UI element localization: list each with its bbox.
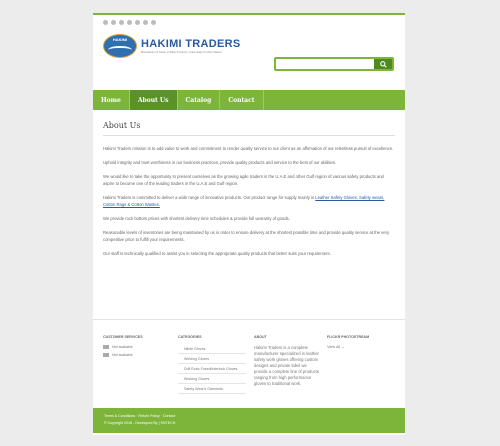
email-line: Not available: [103, 353, 173, 357]
phone-icon: [103, 345, 109, 349]
logo-badge-icon: HAKIMI: [103, 34, 137, 58]
paragraph-mission: Hakimi Traders mission is to add value t…: [103, 146, 394, 151]
category-link[interactable]: Welding Gloves: [178, 355, 246, 364]
bottom-links[interactable]: Terms & Conditions · Return Policy · Con…: [104, 414, 175, 418]
footer-heading-categories: CATEGORIES: [178, 335, 202, 339]
footer-about: ABOUT Hakimi Traders is a complete manuf…: [254, 335, 324, 387]
category-link[interactable]: Nitrile Gloves: [178, 345, 246, 354]
paragraph-staff: Our staff is technically qualified to as…: [103, 251, 331, 256]
pinterest-icon[interactable]: [143, 19, 148, 25]
search-icon: [379, 60, 387, 68]
footer-about-text: Hakimi Traders is a complete manufacture…: [254, 345, 319, 386]
nav-about-us[interactable]: About Us: [129, 90, 178, 110]
footer-heading-customer-services: CUSTOMER SERVICES: [103, 335, 143, 339]
category-link[interactable]: Drill Rubs Fused/Interlock Gloves: [178, 365, 246, 374]
nav-contact[interactable]: Contact: [220, 90, 264, 110]
flickr-view-all-link[interactable]: View All →: [327, 345, 397, 349]
paragraph-products: Hakimi Traders is committed to deliver a…: [103, 194, 395, 208]
search-button[interactable]: [374, 59, 392, 69]
rss-icon[interactable]: [135, 19, 140, 25]
paragraph-prices: We provide rock bottom prices with short…: [103, 216, 290, 221]
footer-customer-services: CUSTOMER SERVICES Not available Not avai…: [103, 335, 173, 361]
bottom-bar: Terms & Conditions · Return Policy · Con…: [93, 408, 405, 433]
main-nav: Home About Us Catalog Contact: [93, 90, 405, 110]
category-link[interactable]: Working Gloves: [178, 375, 246, 384]
footer-categories: CATEGORIES Nitrile Gloves Welding Gloves…: [178, 335, 246, 395]
youtube-icon[interactable]: [151, 19, 156, 25]
paragraph-opportunity: We would like to take the opportunity to…: [103, 174, 384, 186]
paragraph-products-text: Hakimi Traders is committed to deliver a…: [103, 195, 316, 200]
copyright: © Copyright 2016 - Developed By | SNTECH: [104, 421, 176, 425]
footer-flickr: FLICKR PHOTOSTREAM View All →: [327, 335, 397, 349]
twitter-icon[interactable]: [111, 19, 116, 25]
page-title: About Us: [103, 110, 395, 136]
page-container: HAKIMI HAKIMI TRADERS Manufacturer & Tra…: [93, 13, 405, 435]
paragraph-inventory: Reasonable levels of inventories are bei…: [103, 230, 390, 242]
logo-badge-text: HAKIMI: [112, 37, 128, 42]
phone-value: Not available: [112, 345, 133, 349]
footer-heading-about: ABOUT: [254, 335, 267, 339]
google-plus-icon[interactable]: [127, 19, 132, 25]
footer-heading-flickr: FLICKR PHOTOSTREAM: [327, 335, 370, 339]
nav-home[interactable]: Home: [93, 90, 130, 110]
paragraph-integrity: Uphold integrity and trust worthiness in…: [103, 160, 336, 165]
email-value: Not available: [112, 353, 133, 357]
linkedin-icon[interactable]: [119, 19, 124, 25]
facebook-icon[interactable]: [103, 19, 108, 25]
logo[interactable]: HAKIMI HAKIMI TRADERS Manufacturer & Tra…: [103, 34, 241, 58]
logo-name: HAKIMI TRADERS: [141, 38, 241, 50]
main-content: About Us Hakimi Traders mission is to ad…: [103, 110, 395, 257]
social-bar: [93, 15, 405, 29]
nav-catalog[interactable]: Catalog: [178, 90, 221, 110]
email-icon: [103, 353, 109, 357]
search-box: [274, 57, 394, 71]
phone-line: Not available: [103, 345, 173, 349]
search-input[interactable]: [276, 59, 374, 69]
category-link[interactable]: Safety Wear's Garments: [178, 385, 246, 394]
logo-tagline: Manufacturer & Trader of Safety Products…: [141, 51, 222, 54]
